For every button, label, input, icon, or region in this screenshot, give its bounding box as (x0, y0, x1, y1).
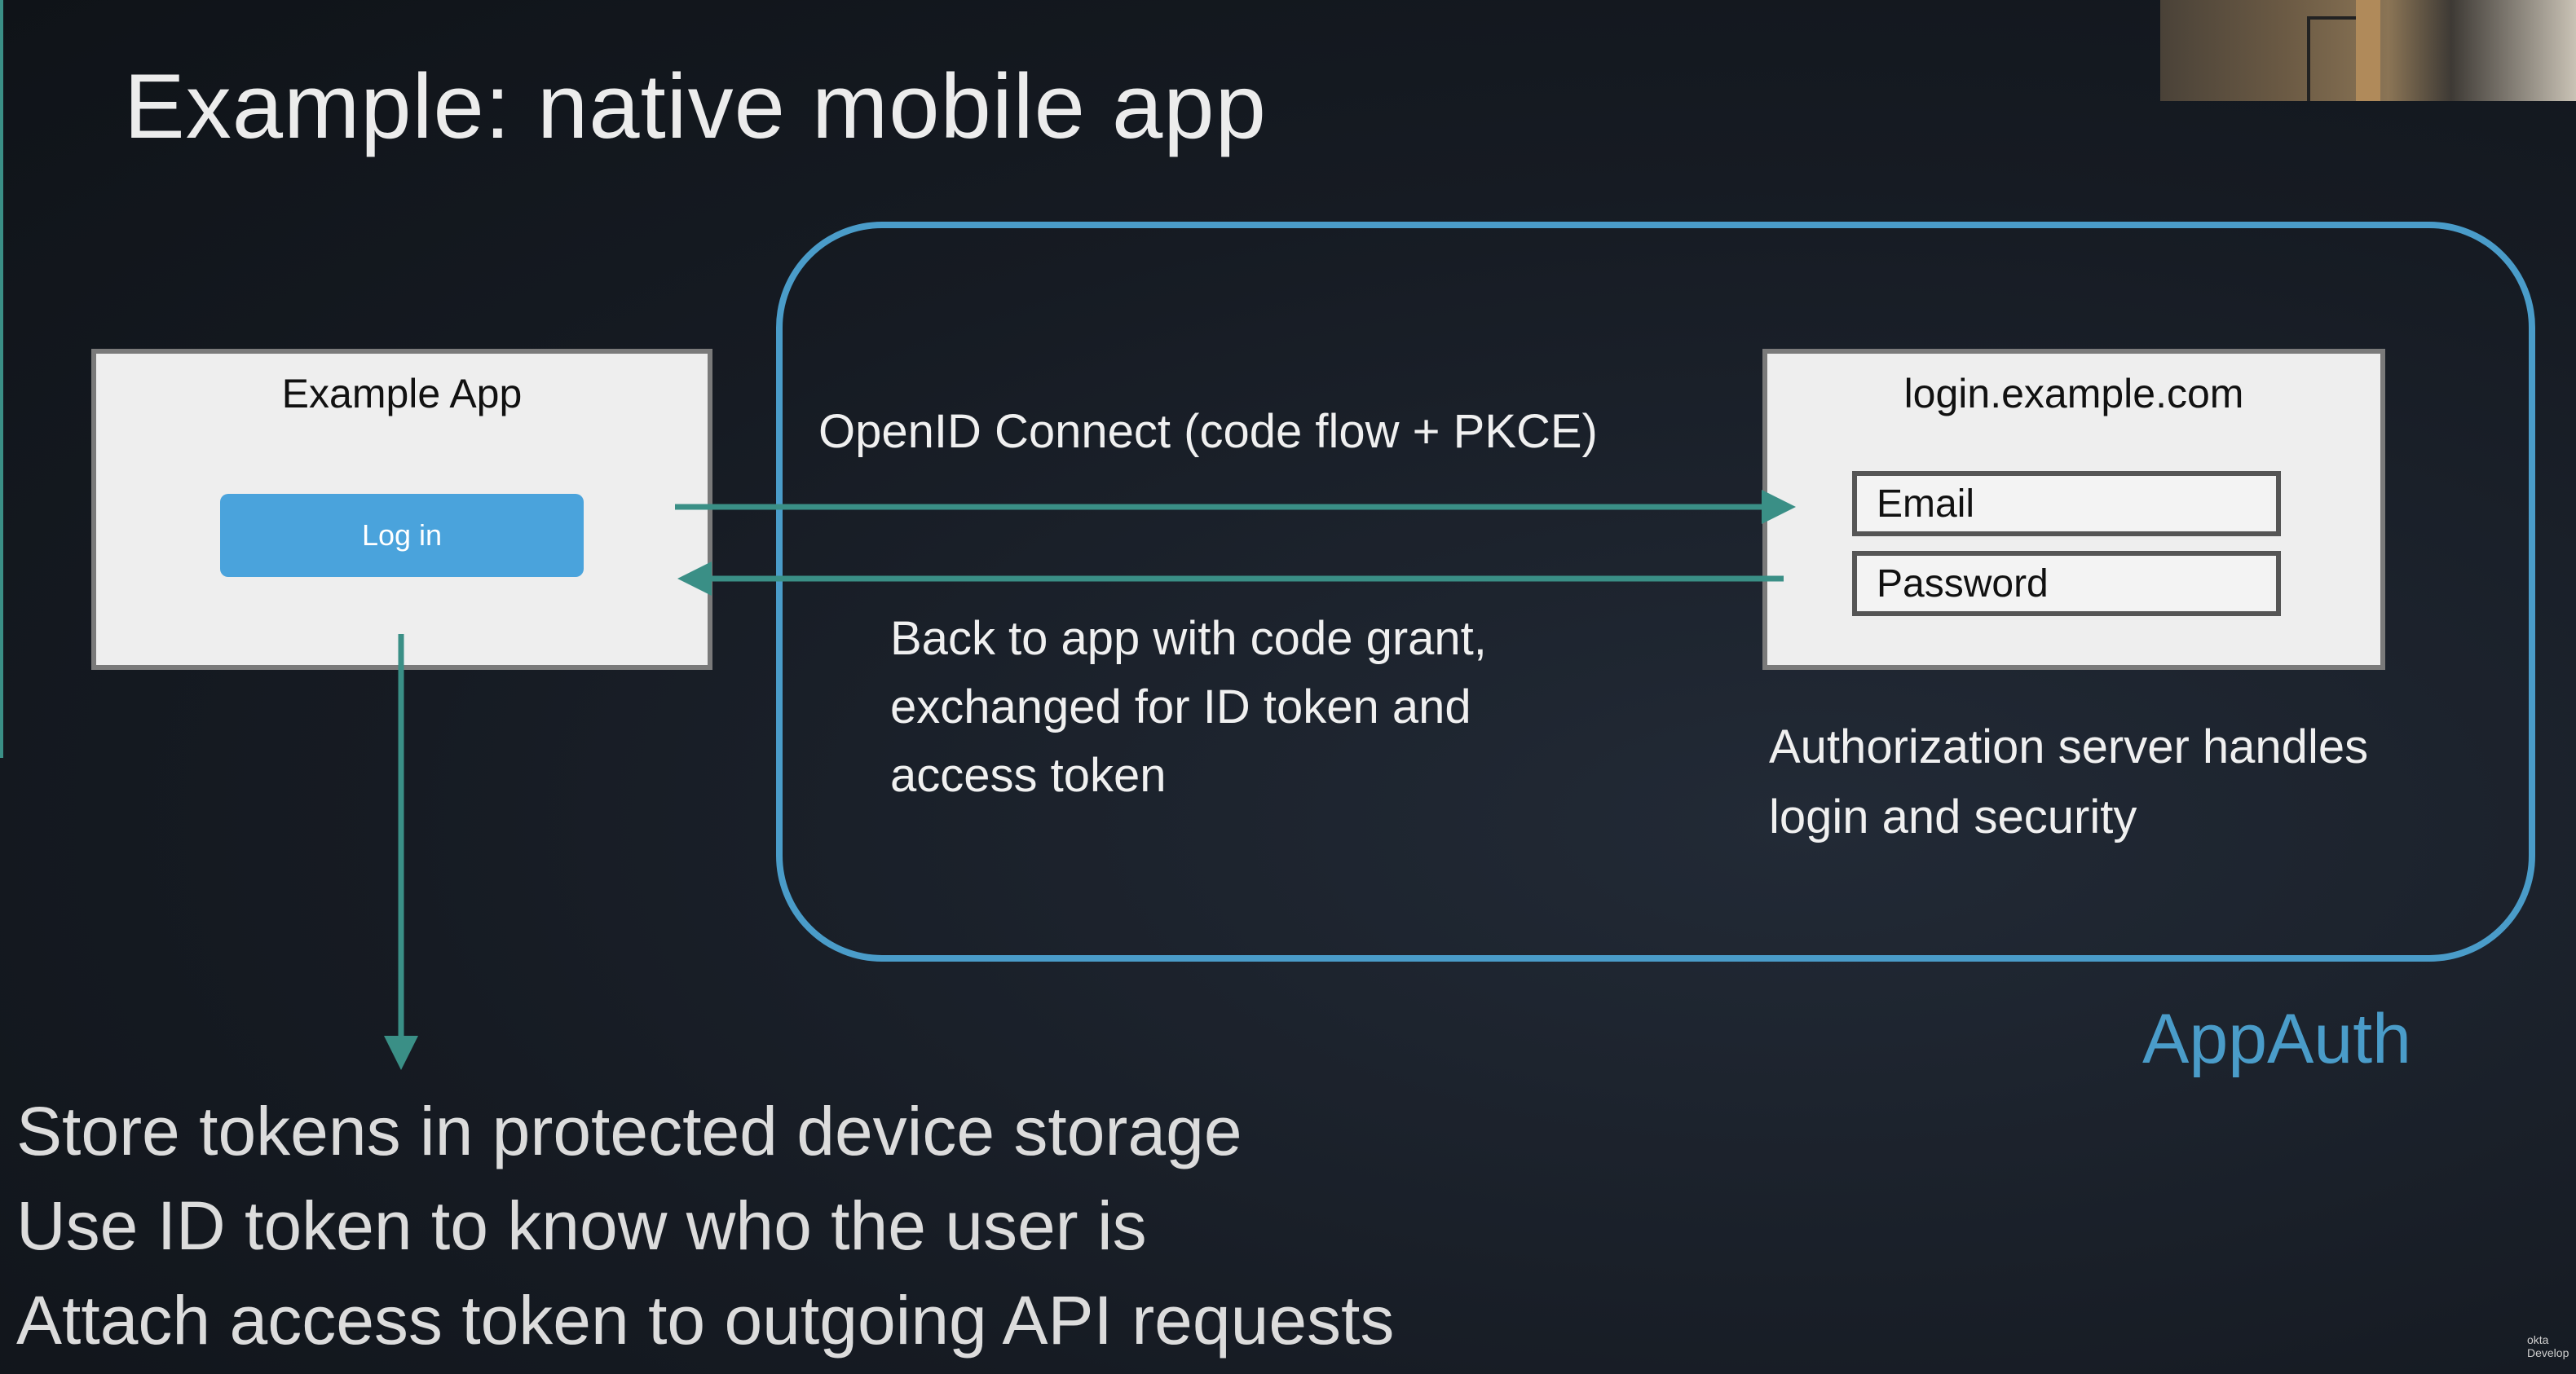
server-note-line: Authorization server handles (1769, 720, 2369, 773)
openid-connect-label: OpenID Connect (code flow + PKCE) (818, 405, 1598, 458)
list-item: Use ID token to know who the user is (16, 1187, 1147, 1264)
appauth-label: AppAuth (2142, 1000, 2411, 1078)
list-item: Store tokens in protected device storage (16, 1093, 1242, 1169)
server-note-line: login and security (1769, 790, 2137, 843)
watermark-line: okta (2527, 1333, 2549, 1346)
list-item: Attach access token to outgoing API requ… (16, 1282, 1395, 1359)
back-label-line: Back to app with code grant, (890, 612, 1487, 665)
okta-developer-watermark: okta Develop (2527, 1333, 2569, 1359)
back-label-line: access token (890, 749, 1167, 802)
authorization-server-note: Authorization server handles login and s… (1769, 712, 2368, 852)
token-usage-list: Store tokens in protected device storage… (16, 1084, 1394, 1367)
back-to-app-label: Back to app with code grant, exchanged f… (890, 605, 1487, 810)
watermark-line: Develop (2527, 1346, 2569, 1359)
back-label-line: exchanged for ID token and (890, 680, 1471, 733)
